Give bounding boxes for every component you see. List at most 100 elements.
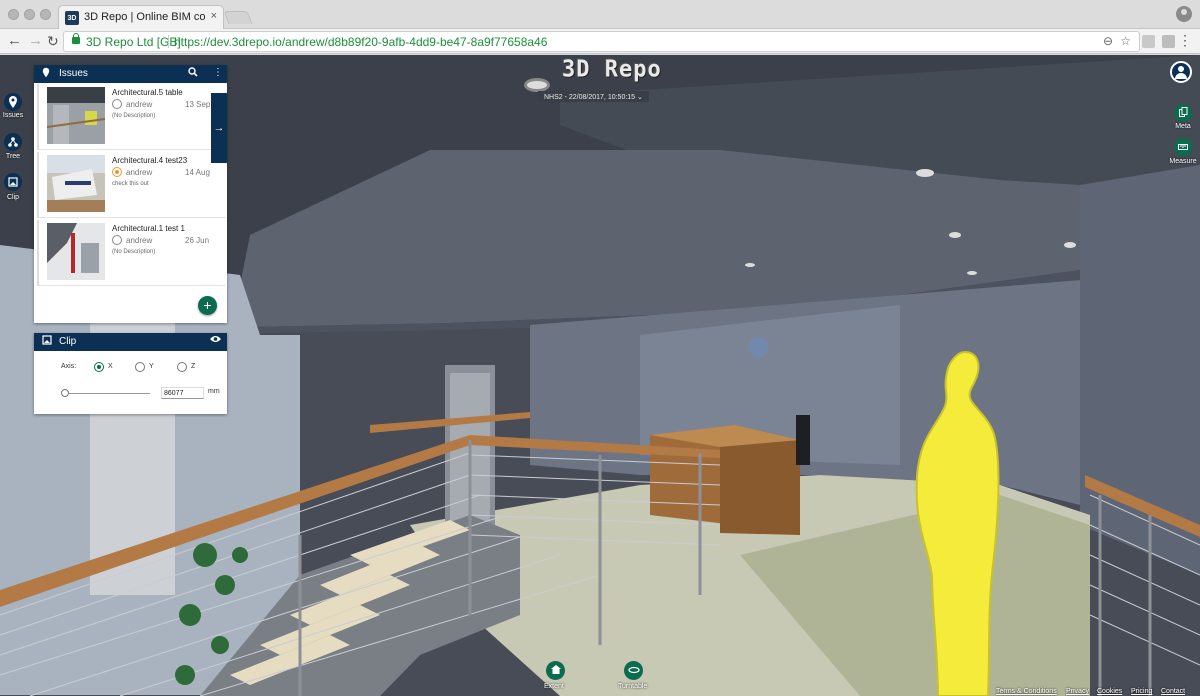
- map-pin-icon: [4, 93, 22, 111]
- extent-label: Extent: [544, 683, 564, 690]
- home-icon: [550, 665, 561, 676]
- back-icon[interactable]: ←: [7, 32, 22, 50]
- tab-title: 3D Repo | Online BIM collabora: [84, 11, 206, 23]
- issue-thumbnail: [47, 87, 105, 144]
- address-divider: [168, 35, 169, 48]
- add-issue-button[interactable]: +: [198, 296, 217, 315]
- account-avatar[interactable]: [1170, 61, 1192, 83]
- measure-label: Measure: [1169, 158, 1197, 165]
- extent-button[interactable]: [546, 661, 565, 680]
- reload-icon[interactable]: ↻: [47, 32, 59, 50]
- issue-date: 14 Aug: [185, 168, 210, 177]
- browser-tab[interactable]: 3D 3D Repo | Online BIM collabora ×: [58, 5, 224, 29]
- issue-thumbnail: [47, 223, 105, 280]
- issue-owner: andrew: [126, 100, 153, 109]
- turntable-button[interactable]: [624, 661, 643, 680]
- tree-rail-button[interactable]: [4, 133, 22, 151]
- revision-selector[interactable]: NHS2 - 22/08/2017, 10:50:15 ⌄: [538, 91, 649, 102]
- issue-thumbnail: [47, 155, 105, 212]
- lock-icon: [72, 33, 80, 44]
- clip-icon: [4, 173, 22, 191]
- model-viewer[interactable]: 3D Repo NHS2 - 22/08/2017, 10:50:15 ⌄ Is…: [0, 55, 1200, 696]
- clip-panel-header: Clip: [34, 333, 227, 351]
- issues-rail-label: Issues: [2, 112, 24, 119]
- turntable-icon: [627, 666, 640, 676]
- tab-close-icon[interactable]: ×: [211, 10, 217, 22]
- cookies-link[interactable]: Cookies: [1097, 688, 1122, 695]
- browser-window: 3D 3D Repo | Online BIM collabora × ← → …: [0, 0, 1200, 696]
- issue-item[interactable]: Architectural.5 table andrew 13 Sep (No …: [37, 84, 225, 150]
- zoom-window-button[interactable]: [40, 9, 51, 20]
- browser-profile-icon[interactable]: [1176, 6, 1192, 22]
- chevron-down-icon: ⌄: [637, 94, 643, 101]
- forward-icon[interactable]: →: [28, 32, 43, 50]
- issue-description: check this out: [112, 181, 149, 187]
- axis-y-label: Y: [149, 363, 154, 370]
- privacy-link[interactable]: Privacy: [1066, 688, 1089, 695]
- minimize-window-button[interactable]: [24, 9, 35, 20]
- issues-panel: Issues ⋮ Architectural.5 table andrew 13…: [34, 65, 227, 323]
- measure-button[interactable]: [1174, 138, 1192, 156]
- axis-y-radio[interactable]: [135, 362, 145, 372]
- issue-title: Architectural.1 test 1: [112, 224, 185, 233]
- revision-label: NHS2 - 22/08/2017, 10:50:15: [544, 94, 636, 101]
- clip-panel: Clip Axis: X Y Z 86077 mm: [34, 333, 227, 414]
- browser-menu-icon[interactable]: ⋮: [1178, 33, 1192, 47]
- issues-rail-button[interactable]: [4, 93, 22, 111]
- issue-description: (No Description): [112, 249, 156, 255]
- bookmark-star-icon[interactable]: ☆: [1120, 34, 1131, 48]
- pricing-link[interactable]: Pricing: [1131, 688, 1152, 695]
- issues-panel-header: Issues ⋮: [34, 65, 227, 83]
- map-pin-icon: [42, 67, 50, 81]
- app-logo: 3D Repo: [562, 56, 662, 83]
- close-window-button[interactable]: [8, 9, 19, 20]
- axis-label: Axis:: [61, 363, 77, 370]
- issue-item[interactable]: Architectural.1 test 1 andrew 26 Jun (No…: [37, 220, 225, 286]
- address-bar[interactable]: 3D Repo Ltd [GB] https://dev.3drepo.io/a…: [63, 31, 1140, 52]
- turntable-label: Turntable: [618, 683, 648, 690]
- axis-z-radio[interactable]: [177, 362, 187, 372]
- clip-icon: [42, 335, 52, 348]
- issue-owner: andrew: [126, 168, 153, 177]
- clip-unit-label: mm: [208, 388, 220, 395]
- status-open-icon: [112, 99, 122, 109]
- zoom-icon[interactable]: ⊖: [1103, 34, 1113, 48]
- ruler-icon: [1178, 142, 1188, 152]
- navigation-mode-icon[interactable]: [524, 78, 550, 92]
- issues-panel-title: Issues: [59, 68, 88, 79]
- axis-x-label: X: [108, 363, 113, 370]
- search-icon[interactable]: [188, 67, 198, 80]
- clip-panel-title: Clip: [59, 336, 77, 347]
- contact-link[interactable]: Contact: [1161, 688, 1185, 695]
- user-icon: [1172, 63, 1190, 81]
- axis-x-radio[interactable]: [94, 362, 104, 372]
- issue-date: 26 Jun: [185, 236, 210, 245]
- new-tab-button[interactable]: [223, 11, 253, 24]
- issue-title: Architectural.5 table: [112, 88, 183, 97]
- clip-slider-track[interactable]: [64, 393, 150, 394]
- issue-item[interactable]: Architectural.4 test23 andrew 14 Aug che…: [37, 152, 225, 218]
- tree-rail-label: Tree: [5, 153, 21, 160]
- issue-description: (No Description): [112, 113, 156, 119]
- extension-2-icon[interactable]: [1162, 35, 1175, 48]
- clip-rail-button[interactable]: [4, 173, 22, 191]
- site-identity[interactable]: 3D Repo Ltd [GB]: [86, 35, 181, 49]
- clip-distance-input[interactable]: 86077: [161, 387, 204, 399]
- status-open-icon: [112, 235, 122, 245]
- clip-rail-label: Clip: [6, 194, 20, 201]
- extension-icon[interactable]: [1142, 35, 1155, 48]
- clip-slider-handle[interactable]: [61, 389, 69, 397]
- url-text[interactable]: https://dev.3drepo.io/andrew/d8b89f20-9a…: [174, 35, 547, 49]
- meta-button[interactable]: [1174, 104, 1192, 122]
- tree-icon: [4, 133, 22, 151]
- issue-title: Architectural.4 test23: [112, 156, 188, 165]
- terms-link[interactable]: Terms & Conditions: [996, 688, 1057, 695]
- more-options-icon[interactable]: ⋮: [213, 67, 223, 78]
- issue-owner: andrew: [126, 236, 153, 245]
- browser-toolbar: ← → ↻ 3D Repo Ltd [GB] https://dev.3drep…: [0, 29, 1200, 54]
- axis-z-label: Z: [191, 363, 196, 370]
- arrow-right-icon[interactable]: →: [211, 93, 227, 163]
- copy-icon: [1178, 107, 1188, 119]
- eye-icon[interactable]: [210, 335, 221, 346]
- meta-label: Meta: [1175, 123, 1191, 130]
